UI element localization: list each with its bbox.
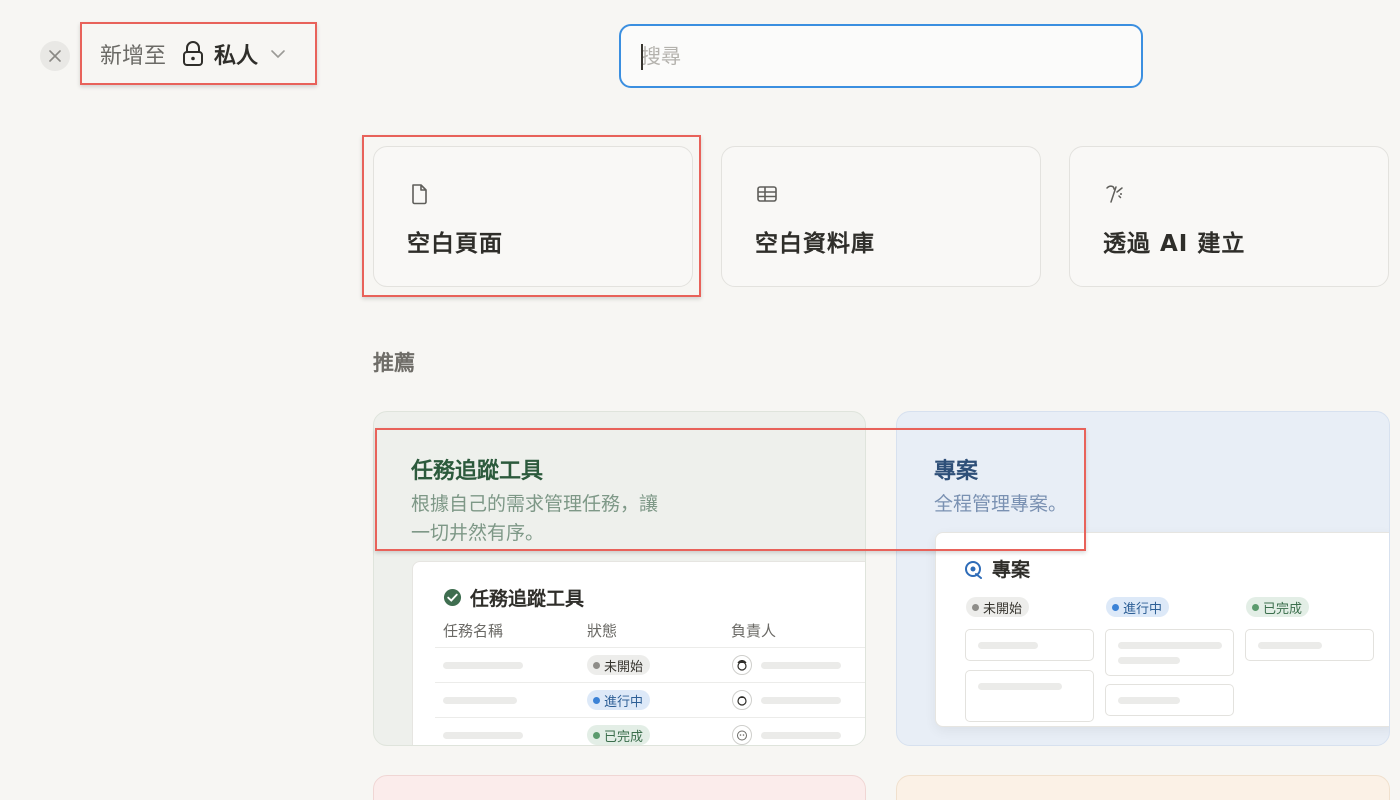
placeholder-bar: [443, 732, 523, 739]
placeholder-bar: [761, 662, 841, 669]
column-header: 任務名稱: [443, 622, 504, 640]
template-preview: 專案 未開始 進行中 已完成: [935, 532, 1389, 727]
template-card-task-tracker[interactable]: 任務追蹤工具 根據自己的需求管理任務，讓一切井然有序。 任務追蹤工具 任務名稱 …: [373, 411, 866, 746]
avatar: [732, 690, 752, 710]
preview-title-text: 任務追蹤工具: [470, 588, 585, 610]
table-icon: [757, 186, 777, 202]
template-card-partial[interactable]: [373, 775, 866, 800]
location-name: 私人: [214, 43, 259, 69]
column-header: 負責人: [731, 622, 777, 640]
status-badge: 已完成: [587, 725, 651, 745]
table-row: 已完成: [435, 717, 865, 745]
group-badge: 未開始: [966, 597, 1030, 617]
blank-database-label: 空白資料庫: [755, 231, 875, 257]
placeholder-bar: [978, 642, 1038, 649]
board-card: [1105, 629, 1234, 676]
ai-sparkle-icon: [1106, 185, 1123, 203]
preview-title-text: 專案: [992, 559, 1031, 581]
board-card: [965, 670, 1094, 722]
group-badge: 已完成: [1246, 597, 1310, 617]
status-badge: 未開始: [587, 655, 651, 675]
placeholder-bar: [1118, 642, 1222, 649]
add-to-location-selector[interactable]: 新增至 私人: [80, 22, 317, 85]
template-description: 全程管理專案。: [934, 493, 1068, 515]
placeholder-bar: [1258, 642, 1322, 649]
search-input[interactable]: [619, 24, 1143, 88]
chevron-down-icon: [270, 49, 286, 59]
text-caret: [641, 44, 643, 70]
placeholder-bar: [443, 662, 523, 669]
page-icon: [412, 184, 427, 205]
avatar: [732, 725, 752, 745]
column-header: 狀態: [587, 622, 618, 640]
avatar: [732, 655, 752, 675]
blank-database-card[interactable]: 空白資料庫: [721, 146, 1041, 287]
placeholder-bar: [443, 697, 517, 704]
template-description: 根據自己的需求管理任務，讓一切井然有序。: [411, 493, 659, 544]
placeholder-bar: [761, 697, 841, 704]
close-button[interactable]: [40, 41, 70, 71]
status-badge: 進行中: [587, 690, 651, 710]
template-preview: 任務追蹤工具 任務名稱 狀態 負責人 未開始 進行中 已完成: [412, 561, 865, 745]
placeholder-bar: [1118, 657, 1180, 664]
placeholder-bar: [761, 732, 841, 739]
template-name: 專案: [934, 459, 979, 484]
table-row: 未開始: [435, 647, 865, 682]
project-target-icon: [965, 560, 982, 579]
table-row: 進行中: [435, 682, 865, 717]
blank-page-card[interactable]: 空白頁面: [373, 146, 693, 287]
template-card-project[interactable]: 專案 全程管理專案。 專案 未開始 進行中 已完成: [896, 411, 1390, 746]
lock-icon: [182, 40, 204, 67]
create-with-ai-card[interactable]: 透過 AI 建立: [1069, 146, 1389, 287]
create-with-ai-label: 透過 AI 建立: [1103, 231, 1246, 257]
board-card: [1245, 629, 1374, 661]
preview-title: 專案: [964, 555, 1030, 582]
add-to-label: 新增至: [100, 43, 167, 69]
blank-page-label: 空白頁面: [407, 231, 503, 257]
template-card-partial[interactable]: [896, 775, 1390, 800]
group-badge: 進行中: [1106, 597, 1170, 617]
recommended-heading: 推薦: [373, 351, 415, 375]
placeholder-bar: [1118, 697, 1180, 704]
placeholder-bar: [978, 683, 1062, 690]
board-card: [965, 629, 1094, 661]
preview-title: 任務追蹤工具: [443, 584, 584, 611]
template-name: 任務追蹤工具: [411, 459, 544, 484]
board-card: [1105, 684, 1234, 716]
check-circle-icon: [443, 588, 462, 607]
close-icon: [49, 50, 61, 62]
